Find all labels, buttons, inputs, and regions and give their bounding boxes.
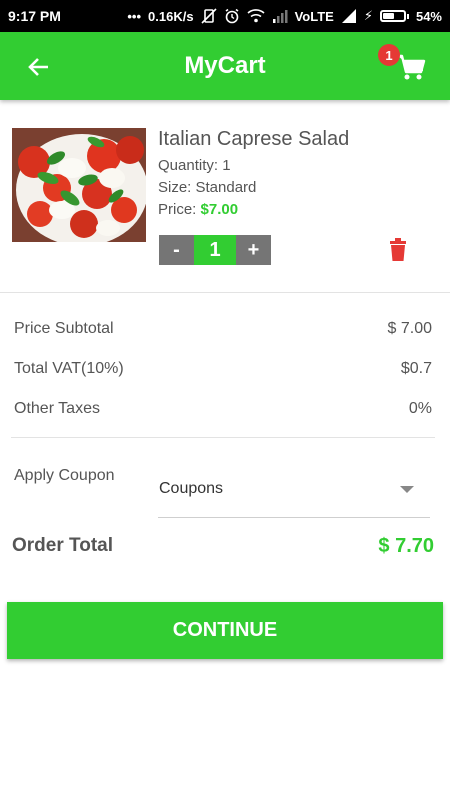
cart-item: Italian Caprese Salad Quantity: 1 Size: … (12, 128, 438, 278)
price-label: Price: (158, 201, 201, 218)
status-indicators: ••• 0.16K/s VoLTE ⚡ 54% (127, 8, 442, 24)
signal-icon (341, 9, 356, 23)
quantity-value: 1 (194, 235, 236, 265)
subtotal-label: Price Subtotal (14, 320, 114, 337)
vat-value: $0.7 (400, 360, 432, 377)
status-bar: 9:17 PM ••• 0.16K/s VoLTE ⚡ 54% (0, 0, 450, 32)
divider (0, 292, 450, 293)
other-taxes-value: 0% (408, 400, 432, 417)
cart-button[interactable]: 1 (378, 44, 430, 86)
arrow-left-icon (28, 58, 48, 76)
subtotal-row: Price Subtotal $ 7.00 (14, 320, 432, 338)
coupon-label: Apply Coupon (14, 467, 115, 484)
coupon-dropdown[interactable]: Coupons (158, 470, 430, 518)
battery-icon (379, 10, 409, 22)
alarm-icon (225, 8, 239, 24)
subtotal-value: $ 7.00 (387, 320, 432, 337)
vibrate-off-icon (201, 8, 217, 24)
product-price: Price: $7.00 (158, 201, 349, 218)
app-bar: MyCart 1 (0, 32, 450, 100)
vat-label: Total VAT(10%) (14, 360, 124, 377)
other-taxes-row: Other Taxes 0% (14, 400, 432, 418)
product-name: Italian Caprese Salad (158, 128, 350, 150)
order-total-label: Order Total (12, 535, 113, 556)
network-type: VoLTE (294, 8, 334, 24)
price-value: $7.00 (200, 201, 239, 218)
status-time: 9:17 PM (8, 8, 61, 24)
page-title: MyCart (184, 52, 266, 79)
increase-quantity-button[interactable]: + (236, 235, 271, 265)
signal-weak-icon (272, 10, 288, 23)
product-image (12, 128, 146, 242)
order-total-value: $ 7.70 (378, 535, 434, 557)
decrease-quantity-button[interactable]: - (159, 235, 194, 265)
charging-icon: ⚡ (363, 8, 373, 23)
other-taxes-label: Other Taxes (14, 400, 100, 417)
divider (11, 437, 435, 438)
coupon-selected-value: Coupons (159, 480, 224, 497)
cart-count-badge: 1 (378, 44, 400, 66)
vat-row: Total VAT(10%) $0.7 (14, 360, 432, 378)
trash-icon (390, 238, 406, 261)
battery-percent: 54% (415, 8, 442, 24)
product-quantity: Quantity: 1 (158, 157, 231, 174)
chevron-down-icon (400, 486, 414, 493)
product-info: Italian Caprese Salad Quantity: 1 Size: … (158, 128, 349, 223)
product-size: Size: Standard (158, 179, 257, 196)
continue-button[interactable]: CONTINUE (7, 602, 443, 659)
quantity-stepper: - 1 + (159, 235, 271, 265)
wifi-icon (247, 9, 265, 23)
dots-icon: ••• (127, 8, 142, 24)
net-speed: 0.16K/s (148, 8, 194, 24)
back-button[interactable] (24, 52, 54, 82)
delete-item-button[interactable] (387, 238, 411, 264)
